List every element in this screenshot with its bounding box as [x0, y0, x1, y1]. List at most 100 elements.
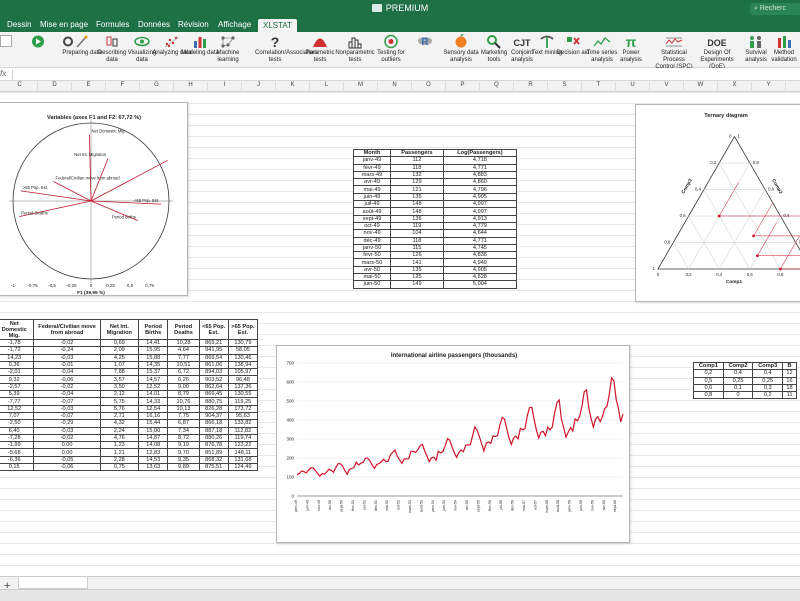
table-cell[interactable]: -0,05 — [33, 455, 101, 465]
table-cell[interactable]: 4,905 — [442, 192, 518, 202]
table-cell[interactable]: 119 — [390, 221, 444, 231]
table-cell[interactable]: 0,3 — [752, 383, 784, 393]
table-cell[interactable]: 866,18 — [198, 419, 229, 428]
table-cell[interactable]: 4,771 — [442, 163, 518, 172]
table-cell[interactable]: 4,25 — [99, 353, 140, 362]
table-cell[interactable]: 4,718 — [442, 156, 518, 165]
table-cell[interactable]: 9,70 — [167, 448, 200, 457]
table-cell[interactable]: 0,5 — [693, 376, 724, 385]
table-cell[interactable]: -1,78 — [0, 338, 35, 348]
machine-learning-button[interactable]: Machine learning — [208, 34, 248, 64]
table-cell[interactable]: -7,28 — [0, 433, 35, 443]
table-cell[interactable]: -0,07 — [33, 397, 101, 406]
table-cell[interactable]: 903,52 — [198, 375, 229, 384]
column-header-g[interactable]: G — [140, 82, 174, 92]
table-cell[interactable]: 4,64 — [167, 346, 200, 355]
chart-ternary-diagram[interactable]: Ternary diagram0100,20,80,20,40,60,40,60… — [635, 104, 800, 302]
table-cell[interactable]: 14,23 — [0, 353, 35, 362]
table-cell[interactable]: 3,50 — [99, 382, 140, 392]
column-header-y[interactable]: Y — [752, 82, 786, 92]
table-cell[interactable]: 0,4 — [752, 369, 784, 378]
table-cell[interactable]: -2,01 — [0, 368, 35, 377]
table-cell[interactable]: 2,24 — [99, 426, 140, 435]
table-cell[interactable]: 869,45 — [198, 390, 229, 399]
table-cell[interactable]: 5,39 — [0, 390, 35, 399]
correlation-association-tests-button[interactable]: ? Correlation/Association tests — [255, 34, 317, 64]
table-cell[interactable]: 118 — [390, 236, 444, 245]
table-cell[interactable]: 4,644 — [442, 229, 518, 238]
table-cell[interactable]: 14,01 — [137, 390, 169, 399]
table-cell[interactable]: 135 — [390, 192, 444, 202]
ternary-point[interactable] — [752, 234, 756, 238]
table-cell[interactable]: 4,745 — [442, 243, 518, 253]
table-cell[interactable]: 0,36 — [0, 360, 35, 370]
column-header-z[interactable]: Z — [786, 82, 800, 92]
table-cell[interactable]: 7,88 — [99, 368, 140, 377]
table-cell[interactable]: 894,03 — [198, 368, 229, 377]
table-cell[interactable]: avr-49 — [352, 178, 392, 187]
table-cell[interactable]: 129 — [390, 178, 444, 187]
search-input[interactable]: ⌕ Recherc — [750, 3, 800, 15]
table-cell[interactable]: 9,32 — [0, 375, 35, 384]
table-cell[interactable]: 1,23 — [99, 441, 140, 450]
table-cell[interactable]: 15,37 — [137, 368, 169, 377]
table-cell[interactable]: -0,03 — [33, 404, 101, 413]
table-cell[interactable]: 851,89 — [198, 448, 229, 457]
worksheet-grid[interactable]: Variables (axes F1 and F2: 67,72 %) Net D… — [0, 92, 800, 576]
table-cell[interactable]: 2,28 — [99, 455, 140, 465]
table-cell[interactable]: 12,83 — [137, 448, 169, 457]
table-cell[interactable]: 148 — [390, 207, 444, 216]
column-header-o[interactable]: O — [412, 82, 446, 92]
table-cell[interactable]: 124,49 — [227, 463, 259, 472]
table-cell[interactable]: 4,32 — [99, 419, 140, 428]
column-header-h[interactable]: H — [174, 82, 208, 92]
design-of-experiments-doe-button[interactable]: DOE Design Of Experiments (DoE) — [697, 34, 737, 71]
table-cell[interactable]: 826,28 — [198, 404, 229, 413]
table-cell[interactable]: 0,6 — [693, 383, 724, 393]
table-cell[interactable]: 119,74 — [227, 433, 259, 443]
table-cell[interactable]: -7,77 — [0, 397, 35, 406]
table-cell[interactable]: 2,12 — [99, 390, 140, 399]
table-cell[interactable]: 12,52 — [0, 404, 35, 413]
table-cell[interactable]: 14,41 — [137, 338, 169, 348]
column-header-q[interactable]: Q — [480, 82, 514, 92]
table-cell[interactable]: mars-50 — [352, 258, 392, 267]
table-cell[interactable]: août-49 — [352, 207, 392, 216]
table-cell[interactable]: 880,75 — [198, 397, 229, 406]
table-cell[interactable]: -1,72 — [0, 346, 35, 355]
table-cell[interactable]: -0,02 — [33, 382, 101, 392]
table-cell[interactable]: -0,02 — [33, 433, 101, 443]
table-cell[interactable]: 112,82 — [227, 426, 259, 435]
table-cell[interactable]: 4,905 — [442, 265, 518, 275]
table-cell[interactable]: 0,1 — [722, 383, 754, 393]
table-cell[interactable]: juil-49 — [352, 200, 392, 209]
table-cell[interactable]: 58,05 — [227, 346, 259, 355]
table-cell[interactable]: 112 — [390, 156, 444, 165]
table-cell[interactable]: 2,09 — [99, 346, 140, 355]
table-cell[interactable]: 16 — [782, 376, 797, 385]
table-cell[interactable]: 8,79 — [167, 390, 200, 399]
table-cell[interactable]: 0 — [722, 391, 754, 400]
r-logo-button[interactable]: R — [405, 34, 445, 49]
table-cell[interactable]: 880,26 — [198, 433, 229, 443]
table-cell[interactable]: 869,21 — [198, 338, 229, 348]
column-header-k[interactable]: K — [276, 82, 310, 92]
table-cell[interactable]: 7,34 — [167, 426, 200, 435]
table-cell[interactable]: 9,35 — [167, 455, 200, 465]
table-cell[interactable]: 130,46 — [227, 353, 259, 362]
table-cell[interactable]: -0,06 — [33, 375, 101, 384]
table-cell[interactable]: 14,57 — [137, 375, 169, 384]
table-cell[interactable]: 0,15 — [0, 463, 35, 472]
tab-formules[interactable]: Formules — [96, 20, 129, 29]
table-cell[interactable]: 115 — [390, 243, 444, 253]
tab-dessin[interactable]: Dessin — [7, 20, 31, 29]
table-cell[interactable]: 121 — [390, 185, 444, 194]
column-header-r[interactable]: R — [514, 82, 548, 92]
table-cell[interactable]: 887,18 — [198, 426, 229, 435]
table-cell[interactable]: 862,64 — [198, 382, 229, 392]
column-header-m[interactable]: M — [344, 82, 378, 92]
table-cell[interactable]: 0,00 — [33, 441, 101, 450]
table-cell[interactable]: 7,75 — [167, 411, 200, 421]
table-cell[interactable]: 131,68 — [227, 455, 259, 465]
formula-bar[interactable]: fx — [0, 68, 800, 81]
